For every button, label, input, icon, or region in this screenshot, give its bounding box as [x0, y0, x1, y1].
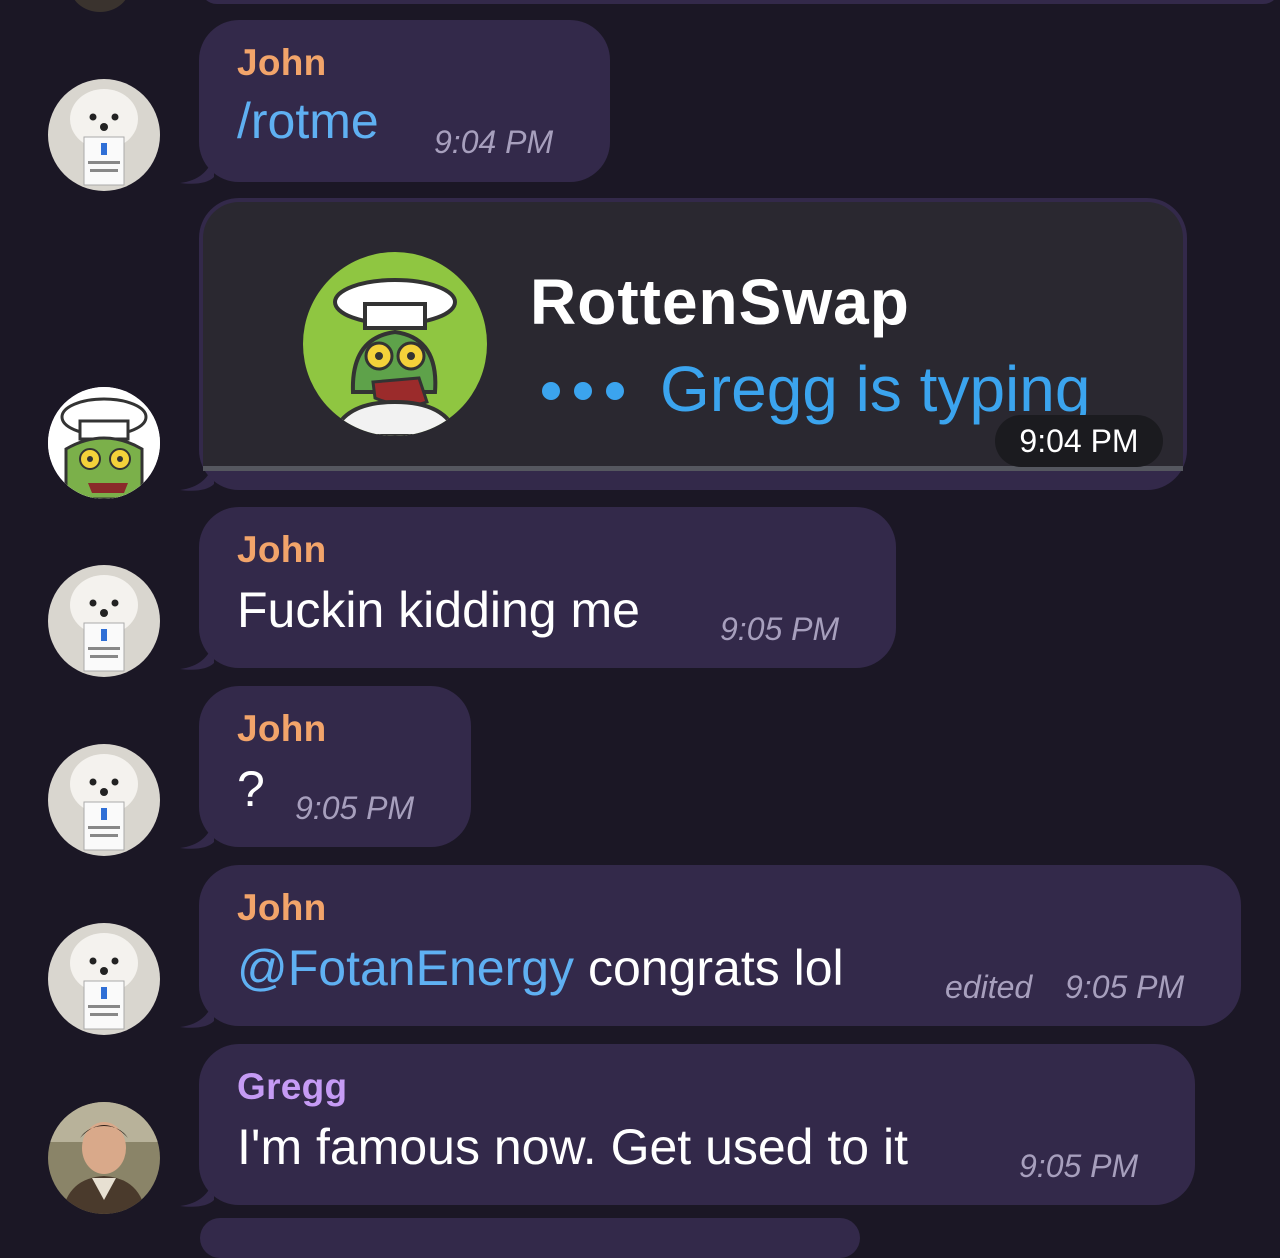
message-bubble[interactable]: John @FotanEnergy congrats lol edited 9:…: [199, 865, 1241, 1026]
typing-dots-icon: [542, 382, 624, 400]
message-text: Fuckin kidding me: [237, 582, 640, 638]
message-time: 9:04 PM: [995, 415, 1163, 467]
sender-name[interactable]: John: [237, 42, 327, 84]
mention-link[interactable]: @FotanEnergy: [237, 940, 574, 996]
message-time: 9:05 PM: [1065, 969, 1185, 1005]
message-bubble[interactable]: John /rotme 9:04 PM: [199, 20, 610, 182]
rottenswap-logo: [303, 252, 487, 436]
message-time: 9:04 PM: [434, 124, 554, 160]
card-title[interactable]: RottenSwap: [530, 265, 910, 339]
message-bubble[interactable]: John Fuckin kidding me 9:05 PM: [199, 507, 896, 668]
message-text: @FotanEnergy congrats lol: [237, 939, 844, 997]
next-message-fragment: [200, 1218, 860, 1258]
previous-message-fragment: [200, 0, 1280, 4]
sender-name[interactable]: John: [237, 529, 327, 571]
message-bubble[interactable]: John ? 9:05 PM: [199, 686, 471, 847]
message-text: ?: [237, 761, 265, 817]
sender-name[interactable]: Gregg: [237, 1066, 347, 1108]
sender-name[interactable]: John: [237, 708, 327, 750]
chef-zombie-avatar[interactable]: [48, 387, 160, 499]
dog-avatar[interactable]: [48, 923, 160, 1035]
dog-avatar[interactable]: [48, 79, 160, 191]
message-time: 9:05 PM: [720, 611, 840, 647]
message-time: 9:05 PM: [295, 790, 415, 826]
command-link[interactable]: /rotme: [237, 92, 379, 150]
man-avatar[interactable]: [48, 1102, 160, 1214]
sender-name[interactable]: John: [237, 887, 327, 929]
avatar-fragment: [70, 0, 130, 12]
dog-avatar[interactable]: [48, 744, 160, 856]
dog-avatar[interactable]: [48, 565, 160, 677]
message-text: I'm famous now. Get used to it: [237, 1119, 908, 1175]
message-bubble[interactable]: Gregg I'm famous now. Get used to it 9:0…: [199, 1044, 1195, 1205]
edited-label: edited: [945, 969, 1033, 1005]
message-body: congrats lol: [574, 940, 844, 996]
message-time: 9:05 PM: [1019, 1148, 1139, 1184]
